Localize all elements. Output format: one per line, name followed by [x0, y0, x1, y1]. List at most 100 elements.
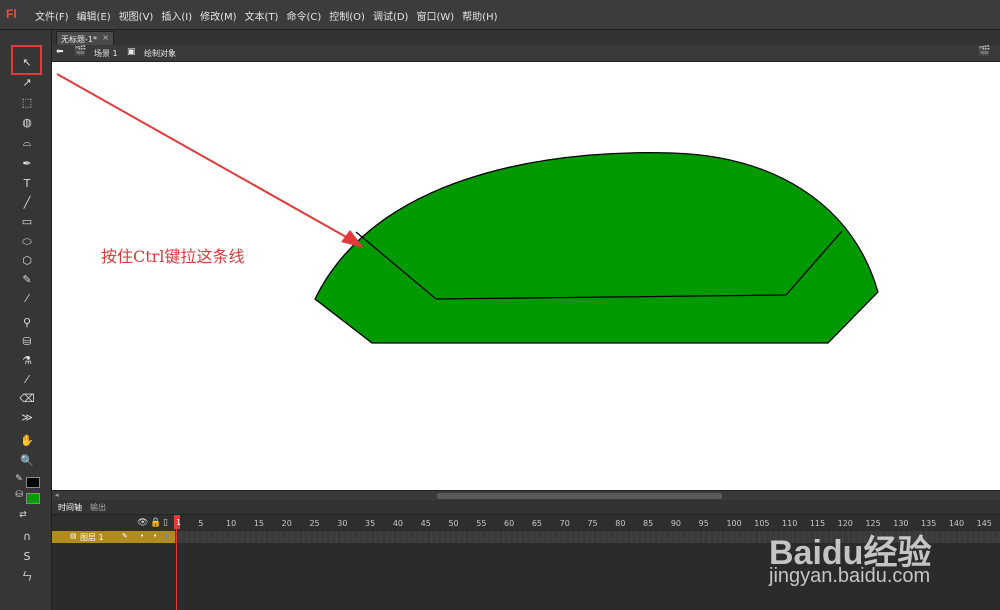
- menu-window[interactable]: 窗口(W): [416, 8, 454, 23]
- frame-number: 145: [976, 519, 992, 528]
- back-arrow-icon[interactable]: ⬅: [56, 47, 64, 57]
- frame-number: 70: [559, 519, 570, 528]
- panel-tabs: 时间轴 输出: [52, 500, 1000, 515]
- subselection-tool-icon[interactable]: ↗: [18, 73, 36, 91]
- frame-number: 120: [837, 519, 853, 528]
- eraser-tool-icon[interactable]: ⌫: [18, 389, 36, 407]
- lock-icon[interactable]: 🔒: [150, 518, 161, 528]
- frame-number: 75: [587, 519, 598, 528]
- frame-number: 35: [365, 519, 376, 528]
- frame-number: 15: [253, 519, 265, 528]
- bone-tool-icon[interactable]: ⚲: [18, 313, 36, 331]
- playhead-line: [176, 515, 177, 610]
- tab-output[interactable]: 输出: [90, 502, 106, 513]
- frame-ruler[interactable]: 1510152025303540455055606570758085909510…: [175, 515, 1000, 531]
- pencil-tool-icon[interactable]: ✎: [18, 270, 36, 288]
- eye-icon[interactable]: 👁: [137, 518, 148, 528]
- breadcrumb: ⬅ 🎬 场景 1 ▣ 绘制对象 🎬: [52, 45, 1000, 62]
- menu-file[interactable]: 文件(F): [35, 8, 69, 23]
- annotation-text: 按住Ctrl键拉这条线: [101, 247, 245, 266]
- visible-dot-icon[interactable]: •: [140, 532, 144, 540]
- document-tab-bar: 无标题-1* ×: [52, 30, 1000, 45]
- layer-name[interactable]: 图层 1: [80, 532, 104, 543]
- fill-color-swatch[interactable]: [26, 493, 40, 504]
- frame-number: 95: [698, 519, 709, 528]
- free-transform-tool-icon[interactable]: ⬚: [18, 93, 36, 111]
- pen-tool-icon[interactable]: ✒: [18, 154, 36, 172]
- swap-colors-icon[interactable]: ⇄: [14, 506, 32, 524]
- drawing-object-icon: ▣: [127, 47, 136, 57]
- frame-number: 20: [281, 519, 292, 528]
- hand-tool-icon[interactable]: ✋: [18, 431, 36, 449]
- menu-debug[interactable]: 调试(D): [373, 8, 409, 23]
- frame-number: 90: [670, 519, 682, 528]
- menu-view[interactable]: 视图(V): [119, 8, 154, 23]
- toolbox: ↖ ↗ ⬚ ◍ ⌓ ✒ T ╱ ▭ ⬭ ⬡ ✎ ⁄ ⚲ ⛁ ⚗ ⁄ ⌫ ≫ ✋ 🔍 ✎ ⛁ ⇄ ∩ S ㄣ: [0, 30, 52, 610]
- line-tool-icon[interactable]: ╱: [18, 193, 36, 211]
- frame-number: 135: [921, 519, 937, 528]
- frame-number: 5: [198, 519, 204, 528]
- straighten-icon[interactable]: ㄣ: [18, 567, 36, 585]
- scene-clapper-icon: 🎬: [74, 46, 87, 57]
- stroke-color-swatch[interactable]: [26, 477, 40, 488]
- smooth-icon[interactable]: S: [18, 547, 36, 565]
- snap-magnet-icon[interactable]: ∩: [18, 527, 36, 545]
- outline-icon[interactable]: ▯: [163, 518, 168, 528]
- menu-control[interactable]: 控制(O): [329, 8, 365, 23]
- app-logo: Fl: [6, 7, 17, 21]
- frame-number: 80: [615, 519, 626, 528]
- frame-number: 55: [476, 519, 487, 528]
- menu-insert[interactable]: 插入(I): [161, 8, 192, 23]
- layer-color-icon[interactable]: ▮: [165, 532, 169, 540]
- lock-dot-icon[interactable]: •: [153, 532, 157, 540]
- frame-cells[interactable]: [175, 531, 1000, 543]
- rectangle-tool-icon[interactable]: ▭: [18, 212, 36, 230]
- stage-canvas[interactable]: [52, 62, 1000, 490]
- document-tab[interactable]: 无标题-1* ×: [56, 31, 114, 45]
- zoom-tool-icon[interactable]: 🔍: [18, 451, 36, 469]
- frame-number: 30: [337, 519, 348, 528]
- width-tool-icon[interactable]: ≫: [18, 408, 36, 426]
- tab-timeline[interactable]: 时间轴: [58, 502, 82, 513]
- layer-name-cell[interactable]: ▤ 图层 1 ✎ • • ▮: [52, 531, 175, 543]
- lasso-tool-icon[interactable]: ⌓: [18, 133, 36, 151]
- frame-number: 45: [420, 519, 431, 528]
- brush-tool-icon[interactable]: ⁄: [18, 289, 36, 307]
- menu-modify[interactable]: 修改(M): [200, 8, 236, 23]
- frame-number: 130: [893, 519, 909, 528]
- document-tab-title: 无标题-1*: [61, 35, 97, 44]
- eyedropper-tool-icon[interactable]: ⁄: [18, 370, 36, 388]
- frame-number: 125: [865, 519, 881, 528]
- scene-label[interactable]: 场景 1: [94, 48, 118, 59]
- green-shape[interactable]: [314, 151, 879, 344]
- layer-row[interactable]: ▤ 图层 1 ✎ • • ▮: [52, 531, 1000, 543]
- 3d-rotation-tool-icon[interactable]: ◍: [18, 113, 36, 131]
- stage-horizontal-scrollbar[interactable]: ◂: [52, 490, 1000, 500]
- menu-list: 文件(F) 编辑(E) 视图(V) 插入(I) 修改(M) 文本(T) 命令(C…: [35, 8, 506, 23]
- ink-bottle-tool-icon[interactable]: ⚗: [18, 351, 36, 369]
- paint-bucket-tool-icon[interactable]: ⛁: [18, 332, 36, 350]
- scrollbar-thumb[interactable]: [437, 493, 722, 499]
- menu-edit[interactable]: 编辑(E): [77, 8, 111, 23]
- menu-text[interactable]: 文本(T): [245, 8, 279, 23]
- frame-number: 65: [531, 519, 543, 528]
- frame-number: 50: [448, 519, 459, 528]
- annotation-arrow: [56, 73, 356, 243]
- frame-number: 25: [309, 519, 320, 528]
- text-tool-icon[interactable]: T: [18, 174, 36, 192]
- polystar-tool-icon[interactable]: ⬡: [18, 251, 36, 269]
- frame-number: 105: [754, 519, 770, 528]
- frame-number: 140: [948, 519, 965, 528]
- edit-scene-icon[interactable]: 🎬: [978, 46, 990, 57]
- close-icon[interactable]: ×: [102, 33, 109, 42]
- frame-number: 60: [504, 519, 515, 528]
- menu-bar: Fl 文件(F) 编辑(E) 视图(V) 插入(I) 修改(M) 文本(T) 命…: [0, 0, 1000, 30]
- drawing-object-label[interactable]: 绘制对象: [144, 48, 176, 59]
- menu-commands[interactable]: 命令(C): [286, 8, 321, 23]
- scroll-left-icon[interactable]: ◂: [55, 491, 59, 499]
- frame-number: 100: [726, 519, 742, 528]
- stage[interactable]: 按住Ctrl键拉这条线: [52, 62, 1000, 490]
- menu-help[interactable]: 帮助(H): [462, 8, 497, 23]
- oval-tool-icon[interactable]: ⬭: [18, 232, 36, 250]
- selection-tool-icon[interactable]: ↖: [18, 53, 36, 71]
